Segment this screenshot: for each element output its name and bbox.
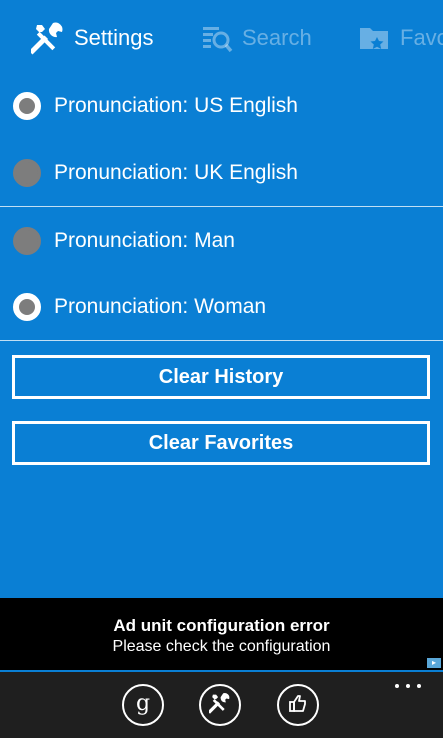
radio-selected-icon <box>13 293 41 321</box>
tab-settings-label: Settings <box>74 25 154 50</box>
section-divider <box>0 340 443 341</box>
radio-us-english[interactable]: Pronunciation: US English <box>0 78 443 134</box>
settings-tools-button[interactable] <box>199 684 241 726</box>
section-divider <box>0 206 443 207</box>
radio-selected-icon <box>13 92 41 120</box>
tools-icon <box>30 20 66 56</box>
thumbs-up-icon <box>288 693 308 718</box>
rate-button[interactable] <box>277 684 319 726</box>
radio-woman-label: Pronunciation: Woman <box>54 295 267 318</box>
radio-unselected-icon <box>13 159 41 187</box>
google-button[interactable]: g <box>122 684 164 726</box>
folder-star-icon <box>356 20 392 56</box>
tab-favorites-label: Favo <box>400 25 443 50</box>
tab-settings[interactable]: Settings <box>30 16 154 60</box>
radio-unselected-icon <box>13 227 41 255</box>
radio-man[interactable]: Pronunciation: Man <box>0 213 443 269</box>
clear-history-button[interactable]: Clear History <box>12 355 430 399</box>
ad-subtitle: Please check the configuration <box>112 638 331 655</box>
tab-search-label: Search <box>242 25 312 50</box>
google-icon: g <box>135 690 151 716</box>
search-list-icon <box>198 20 234 56</box>
app-bar: g <box>0 672 443 738</box>
radio-us-english-label: Pronunciation: US English <box>54 94 298 117</box>
tools-icon <box>207 692 231 719</box>
radio-uk-english[interactable]: Pronunciation: UK English <box>0 145 443 201</box>
tab-search[interactable]: Search <box>198 16 312 60</box>
pivot-header: Settings Search Favo <box>0 0 443 76</box>
ad-banner[interactable]: Ad unit configuration error Please check… <box>0 598 443 670</box>
radio-uk-english-label: Pronunciation: UK English <box>54 161 298 184</box>
settings-page: Settings Search Favo Pronunciation: US E… <box>0 0 443 738</box>
tab-favorites[interactable]: Favo <box>356 16 443 60</box>
ad-title: Ad unit configuration error <box>113 616 330 635</box>
clear-favorites-button[interactable]: Clear Favorites <box>12 421 430 465</box>
radio-woman[interactable]: Pronunciation: Woman <box>0 279 443 335</box>
more-icon[interactable] <box>395 682 421 690</box>
radio-man-label: Pronunciation: Man <box>54 229 235 252</box>
ad-choices-icon[interactable]: ▸ <box>427 658 441 668</box>
